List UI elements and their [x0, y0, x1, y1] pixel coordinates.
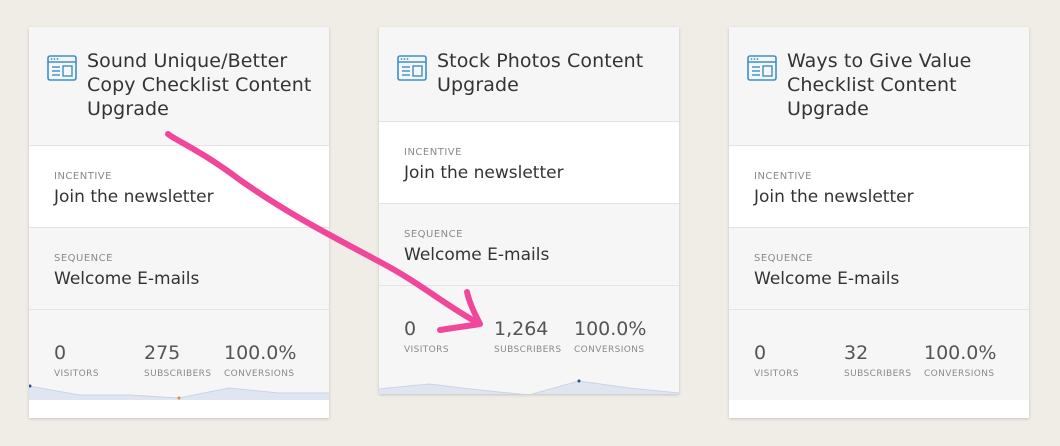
card-title-line: Ways to Give Value — [787, 50, 972, 72]
sequence-label: SEQUENCE — [754, 253, 813, 264]
content-upgrade-card[interactable]: Sound Unique/Better Copy Checklist Conte… — [29, 27, 329, 418]
subscribers-stat: 32 SUBSCRIBERS — [844, 341, 911, 379]
stats-section: 0 VISITORS 32 SUBSCRIBERS 100.0% CONVERS… — [729, 310, 1029, 400]
card-title-line: Upgrade — [787, 98, 869, 120]
card-title-line: Sound Unique/Better — [87, 50, 288, 72]
card-title-line: Copy Checklist Content — [87, 74, 312, 96]
conversions-rate: 100.0% — [924, 342, 997, 364]
card-title-line: Upgrade — [87, 98, 169, 120]
incentive-value: Join the newsletter — [754, 187, 914, 207]
visitors-stat: 0 VISITORS — [404, 317, 449, 355]
browser-window-icon — [47, 55, 77, 81]
browser-window-icon — [397, 55, 427, 81]
card-header: Ways to Give Value Checklist Content Upg… — [729, 27, 1029, 146]
visitors-label: VISITORS — [404, 345, 449, 355]
sequence-value: Welcome E-mails — [404, 245, 550, 265]
subscribers-count: 1,264 — [494, 318, 549, 340]
conversions-label: CONVERSIONS — [574, 345, 645, 355]
sparkline-chart — [379, 379, 679, 394]
conversions-stat: 100.0% CONVERSIONS — [924, 341, 996, 379]
incentive-section: INCENTIVE Join the newsletter — [379, 122, 679, 204]
subscribers-stat: 1,264 SUBSCRIBERS — [494, 317, 561, 355]
card-header: Stock Photos Content Upgrade — [379, 27, 679, 122]
content-upgrade-card[interactable]: Stock Photos Content Upgrade INCENTIVE J… — [379, 27, 679, 394]
incentive-label: INCENTIVE — [754, 171, 812, 182]
conversions-stat: 100.0% CONVERSIONS — [224, 341, 296, 379]
subscribers-count: 275 — [144, 342, 181, 364]
card-title[interactable]: Ways to Give Value Checklist Content Upg… — [787, 49, 1015, 121]
sequence-section: SEQUENCE Welcome E-mails — [379, 204, 679, 286]
subscribers-label: SUBSCRIBERS — [844, 369, 912, 379]
card-title[interactable]: Stock Photos Content Upgrade — [437, 49, 665, 97]
sequence-value: Welcome E-mails — [754, 269, 900, 289]
card-title-line: Stock Photos Content — [437, 50, 644, 72]
incentive-value: Join the newsletter — [404, 163, 564, 183]
subscribers-stat: 275 SUBSCRIBERS — [144, 341, 211, 379]
visitors-stat: 0 VISITORS — [54, 341, 99, 379]
sequence-section: SEQUENCE Welcome E-mails — [729, 228, 1029, 310]
incentive-label: INCENTIVE — [54, 171, 112, 182]
conversions-rate: 100.0% — [574, 318, 647, 340]
browser-window-icon — [747, 55, 777, 81]
card-header: Sound Unique/Better Copy Checklist Conte… — [29, 27, 329, 146]
conversions-rate: 100.0% — [224, 342, 297, 364]
content-upgrade-card[interactable]: Ways to Give Value Checklist Content Upg… — [729, 27, 1029, 418]
incentive-section: INCENTIVE Join the newsletter — [29, 146, 329, 228]
sparkline-point — [577, 379, 581, 383]
sequence-section: SEQUENCE Welcome E-mails — [29, 228, 329, 310]
conversions-label: CONVERSIONS — [924, 369, 995, 379]
visitors-count: 0 — [404, 318, 417, 340]
visitors-count: 0 — [54, 342, 67, 364]
incentive-value: Join the newsletter — [54, 187, 214, 207]
conversions-stat: 100.0% CONVERSIONS — [574, 317, 646, 355]
card-title-line: Upgrade — [437, 74, 519, 96]
visitors-count: 0 — [754, 342, 767, 364]
stats-section: 0 VISITORS 275 SUBSCRIBERS 100.0% CONVER… — [29, 310, 329, 400]
sequence-label: SEQUENCE — [54, 253, 113, 264]
incentive-section: INCENTIVE Join the newsletter — [729, 146, 1029, 228]
sparkline-area — [379, 381, 679, 394]
card-title[interactable]: Sound Unique/Better Copy Checklist Conte… — [87, 49, 315, 121]
visitors-stat: 0 VISITORS — [754, 341, 799, 379]
sparkline-point — [177, 396, 181, 400]
incentive-label: INCENTIVE — [404, 147, 462, 158]
visitors-label: VISITORS — [754, 369, 799, 379]
stats-section: 0 VISITORS 1,264 SUBSCRIBERS 100.0% CONV… — [379, 286, 679, 394]
sequence-value: Welcome E-mails — [54, 269, 200, 289]
sparkline-chart — [29, 384, 329, 400]
card-title-line: Checklist Content — [787, 74, 957, 96]
sequence-label: SEQUENCE — [404, 229, 463, 240]
subscribers-label: SUBSCRIBERS — [494, 345, 562, 355]
subscribers-count: 32 — [844, 342, 869, 364]
